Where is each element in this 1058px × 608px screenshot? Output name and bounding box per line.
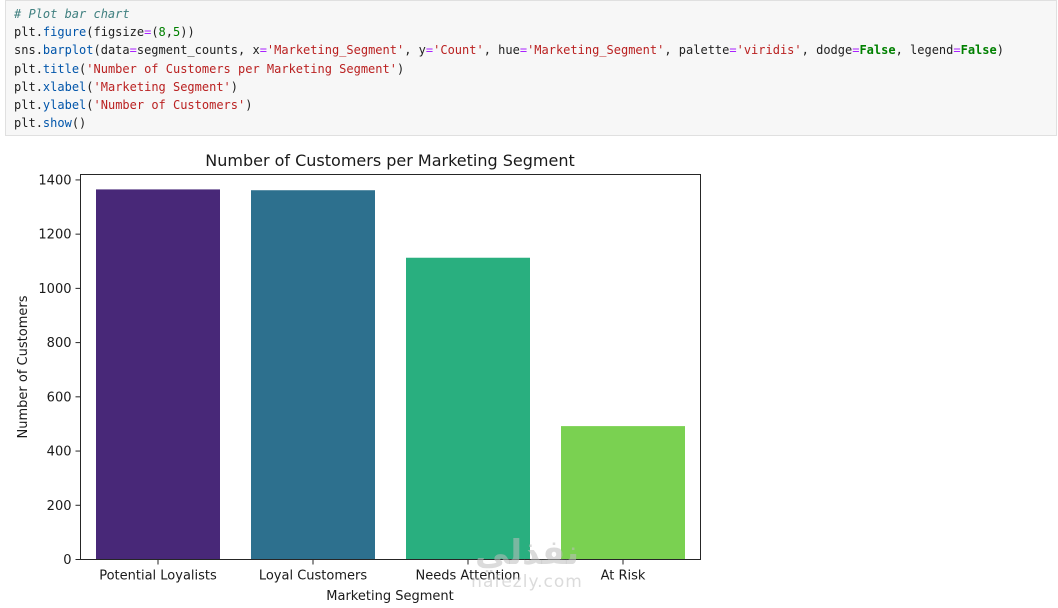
- bar-potential-loyalists: [96, 189, 220, 560]
- bar-loyal-customers: [251, 190, 375, 560]
- bar-needs-attention: [406, 257, 530, 560]
- y-tick-label: 1400: [38, 173, 71, 188]
- x-tick-label: Loyal Customers: [259, 569, 368, 584]
- y-tick-label: 800: [47, 336, 72, 351]
- y-tick-label: 1200: [38, 228, 71, 243]
- x-tick-label: Potential Loyalists: [99, 569, 217, 584]
- chart-title: Number of Customers per Marketing Segmen…: [205, 151, 575, 170]
- bar-chart: Number of Customers per Marketing Segmen…: [16, 151, 701, 604]
- y-axis-label: Number of Customers: [16, 295, 31, 438]
- bar-at-risk: [561, 426, 685, 560]
- y-tick-label: 1000: [38, 282, 71, 297]
- x-axis-label: Marketing Segment: [326, 589, 453, 604]
- y-tick-label: 600: [47, 390, 72, 405]
- y-tick-label: 0: [63, 553, 71, 568]
- y-tick-label: 200: [47, 499, 72, 514]
- x-tick-label: At Risk: [601, 569, 646, 584]
- x-tick-label: Needs Attention: [416, 569, 521, 584]
- y-tick-label: 400: [47, 445, 72, 460]
